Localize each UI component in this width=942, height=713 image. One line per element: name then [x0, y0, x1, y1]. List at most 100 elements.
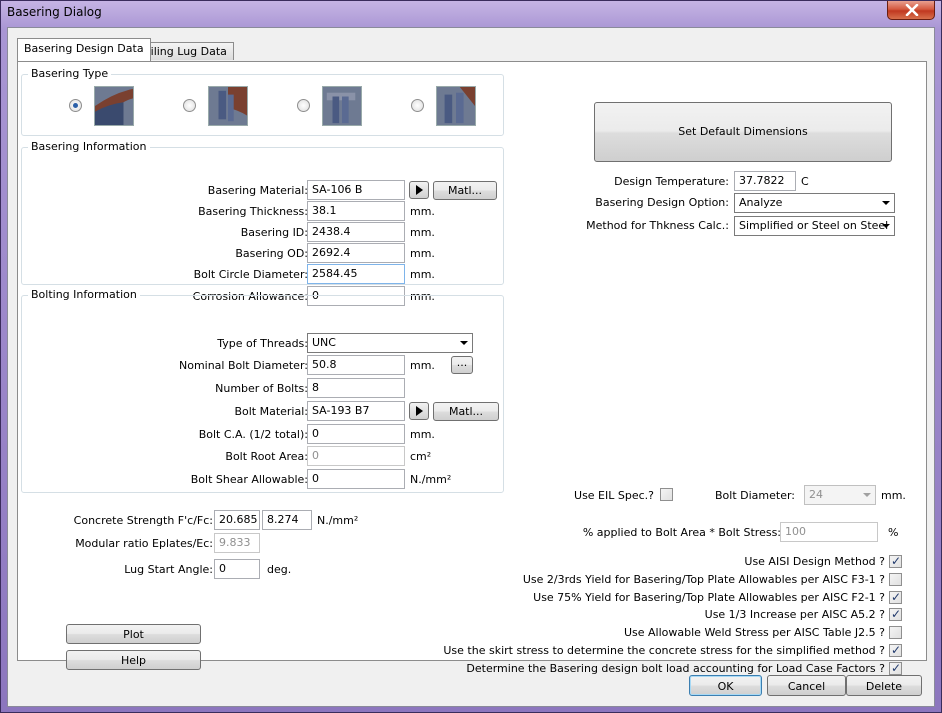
basering-type-radio-2[interactable] — [183, 99, 196, 112]
dialog-client: Basering Design Data Tailing Lug Data Ba… — [7, 27, 935, 707]
lug-start-angle-label: Lug Start Angle: — [124, 563, 213, 576]
basering-material-label: Basering Material: — [207, 184, 308, 197]
use-eil-spec-checkbox[interactable] — [660, 488, 673, 501]
basering-type-radio-3[interactable] — [297, 99, 310, 112]
option-checkbox-one-third-increase[interactable]: ✓ — [889, 607, 902, 621]
bolt-root-area-label: Bolt Root Area: — [225, 450, 308, 463]
basering-od-field[interactable]: 2692.4 — [307, 243, 405, 263]
thickness-method-select[interactable]: Simplified or Steel on Steel — [734, 216, 895, 236]
chevron-down-icon — [882, 201, 890, 205]
option-checkbox-75-yield[interactable]: ✓ — [889, 590, 902, 604]
basering-design-option-label: Basering Design Option: — [595, 196, 729, 209]
close-icon — [905, 4, 919, 16]
tab-panel: Basering Type Basering Information Baser… — [17, 61, 927, 675]
bolt-diameter-unit: mm. — [881, 489, 906, 502]
bolt-material-field[interactable]: SA-193 B7 — [307, 401, 405, 421]
option-checkbox-aisi[interactable]: ✓ — [889, 554, 902, 568]
option-checkbox-load-case-factors[interactable]: ✓ — [889, 661, 902, 675]
check-icon: ✓ — [891, 661, 902, 675]
basering-id-unit: mm. — [410, 226, 435, 239]
use-eil-spec-label: Use EIL Spec.? — [574, 489, 654, 502]
chevron-down-icon — [863, 493, 871, 497]
modular-ratio-field: 9.833 — [214, 533, 260, 553]
basering-od-unit: mm. — [410, 247, 435, 260]
basering-matl-button[interactable]: Matl... — [433, 181, 497, 200]
basering-type-label: Basering Type — [28, 67, 112, 80]
bolt-ca-label: Bolt C.A. (1/2 total): — [198, 428, 308, 441]
delete-button[interactable]: Delete — [846, 675, 922, 696]
basering-thickness-field[interactable]: 38.1 — [307, 201, 405, 221]
bolt-area-percent-field: 100 — [780, 522, 878, 542]
title-bar[interactable]: Basering Dialog — [1, 1, 941, 25]
bolt-circle-diameter-unit: mm. — [410, 268, 435, 281]
concrete-fc2-field[interactable]: 8.274 — [262, 510, 312, 530]
basering-design-option-select[interactable]: Analyze — [734, 193, 895, 213]
type-of-threads-select[interactable]: UNC — [307, 333, 473, 353]
basering-type-radio-1[interactable] — [69, 99, 82, 112]
plot-button[interactable]: Plot — [66, 624, 201, 644]
nominal-bolt-browse-button[interactable]: ... — [451, 356, 473, 374]
design-temperature-unit: C — [801, 175, 809, 188]
bolt-matl-button[interactable]: Matl... — [433, 402, 499, 421]
concrete-fc-field[interactable]: 20.685 — [214, 510, 260, 530]
modular-ratio-label: Modular ratio Eplates/Ec: — [75, 537, 213, 550]
window-title: Basering Dialog — [7, 5, 102, 19]
bolt-shear-allowable-field[interactable]: 0 — [307, 469, 405, 489]
basering-thickness-label: Basering Thickness: — [198, 205, 308, 218]
type-of-threads-value: UNC — [312, 336, 336, 349]
ok-button[interactable]: OK — [689, 675, 762, 696]
option-checkbox-two-thirds-yield[interactable] — [889, 573, 902, 586]
basering-type-3-icon — [322, 86, 362, 126]
design-temperature-field[interactable]: 37.7822 — [734, 171, 796, 191]
check-icon: ✓ — [891, 643, 902, 657]
concrete-strength-unit: N./mm² — [317, 514, 359, 527]
option-checkbox-weld-stress[interactable] — [889, 626, 902, 639]
nominal-bolt-diameter-field[interactable]: 50.8 — [307, 355, 405, 375]
basering-type-4-icon — [436, 86, 476, 126]
basering-material-field[interactable]: SA-106 B — [307, 180, 405, 200]
bolt-material-arrow-button[interactable] — [409, 402, 429, 420]
option-checkbox-skirt-stress[interactable]: ✓ — [889, 643, 902, 657]
bolt-area-percent-label: % applied to Bolt Area * Bolt Stress: — [582, 526, 781, 539]
type-of-threads-label: Type of Threads: — [217, 337, 308, 350]
chevron-down-icon — [882, 224, 890, 228]
bolt-shear-allowable-unit: N./mm² — [410, 473, 452, 486]
check-icon: ✓ — [891, 607, 902, 621]
set-default-dimensions-button[interactable]: Set Default Dimensions — [594, 102, 892, 162]
basering-id-field[interactable]: 2438.4 — [307, 222, 405, 242]
basering-information-label: Basering Information — [28, 140, 150, 153]
option-label-one-third-increase: Use 1/3 Increase per AISC A5.2 ? — [704, 608, 885, 621]
bolt-diameter-value: 24 — [809, 488, 823, 501]
check-icon: ✓ — [891, 590, 902, 604]
design-temperature-label: Design Temperature: — [614, 175, 729, 188]
tab-basering-design-data[interactable]: Basering Design Data — [17, 38, 151, 61]
bolting-information-label: Bolting Information — [28, 288, 140, 301]
bolt-circle-diameter-field[interactable]: 2584.45 — [307, 264, 405, 284]
basering-type-1-icon — [94, 86, 134, 126]
lug-start-angle-field[interactable]: 0 — [214, 559, 260, 579]
basering-od-label: Basering OD: — [235, 247, 308, 260]
close-button[interactable] — [887, 1, 935, 20]
bolt-shear-allowable-label: Bolt Shear Allowable: — [190, 473, 308, 486]
thickness-method-label: Method for Thkness Calc.: — [586, 219, 729, 232]
bolt-ca-field[interactable]: 0 — [307, 424, 405, 444]
option-label-two-thirds-yield: Use 2/3rds Yield for Basering/Top Plate … — [522, 573, 885, 586]
bolt-circle-diameter-label: Bolt Circle Diameter: — [193, 268, 308, 281]
basering-id-label: Basering ID: — [240, 226, 308, 239]
basering-type-radio-4[interactable] — [411, 99, 424, 112]
basering-thickness-unit: mm. — [410, 205, 435, 218]
dialog-window: Basering Dialog Basering Design Data Tai… — [0, 0, 942, 713]
nominal-bolt-diameter-unit: mm. — [410, 359, 435, 372]
bolt-material-label: Bolt Material: — [234, 405, 308, 418]
bolt-ca-unit: mm. — [410, 428, 435, 441]
basering-material-arrow-button[interactable] — [409, 181, 429, 199]
option-label-75-yield: Use 75% Yield for Basering/Top Plate All… — [533, 591, 885, 604]
bolt-diameter-label: Bolt Diameter: — [714, 489, 795, 502]
cancel-button[interactable]: Cancel — [767, 675, 846, 696]
basering-type-2-icon — [208, 86, 248, 126]
number-of-bolts-field[interactable]: 8 — [307, 378, 405, 398]
help-button[interactable]: Help — [66, 650, 201, 670]
option-label-load-case-factors: Determine the Basering design bolt load … — [466, 662, 885, 675]
option-label-aisi: Use AISI Design Method ? — [744, 555, 885, 568]
concrete-strength-label: Concrete Strength F'c/Fc: — [73, 514, 213, 527]
